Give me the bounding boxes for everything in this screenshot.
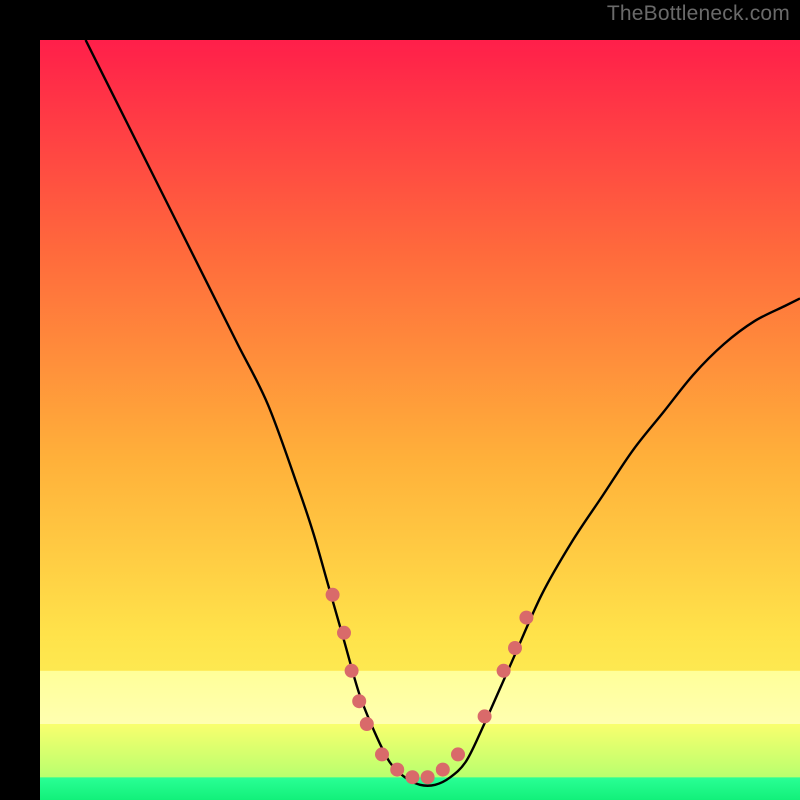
highlight-point [375,747,389,761]
highlight-point [405,770,419,784]
highlight-point [337,626,351,640]
highlight-point [436,763,450,777]
highlight-point [390,763,404,777]
highlight-point [497,664,511,678]
highlight-point [352,694,366,708]
lime-band [40,724,800,777]
highlight-point [421,770,435,784]
highlight-point [326,588,340,602]
chart-bands [40,671,800,800]
highlight-point [519,611,533,625]
highlight-point [345,664,359,678]
chart-frame [20,20,780,780]
highlight-point [478,709,492,723]
highlight-point [360,717,374,731]
highlight-point [508,641,522,655]
highlight-point [451,747,465,761]
cream-band [40,671,800,724]
green-band [40,777,800,800]
chart-plot [40,40,800,800]
